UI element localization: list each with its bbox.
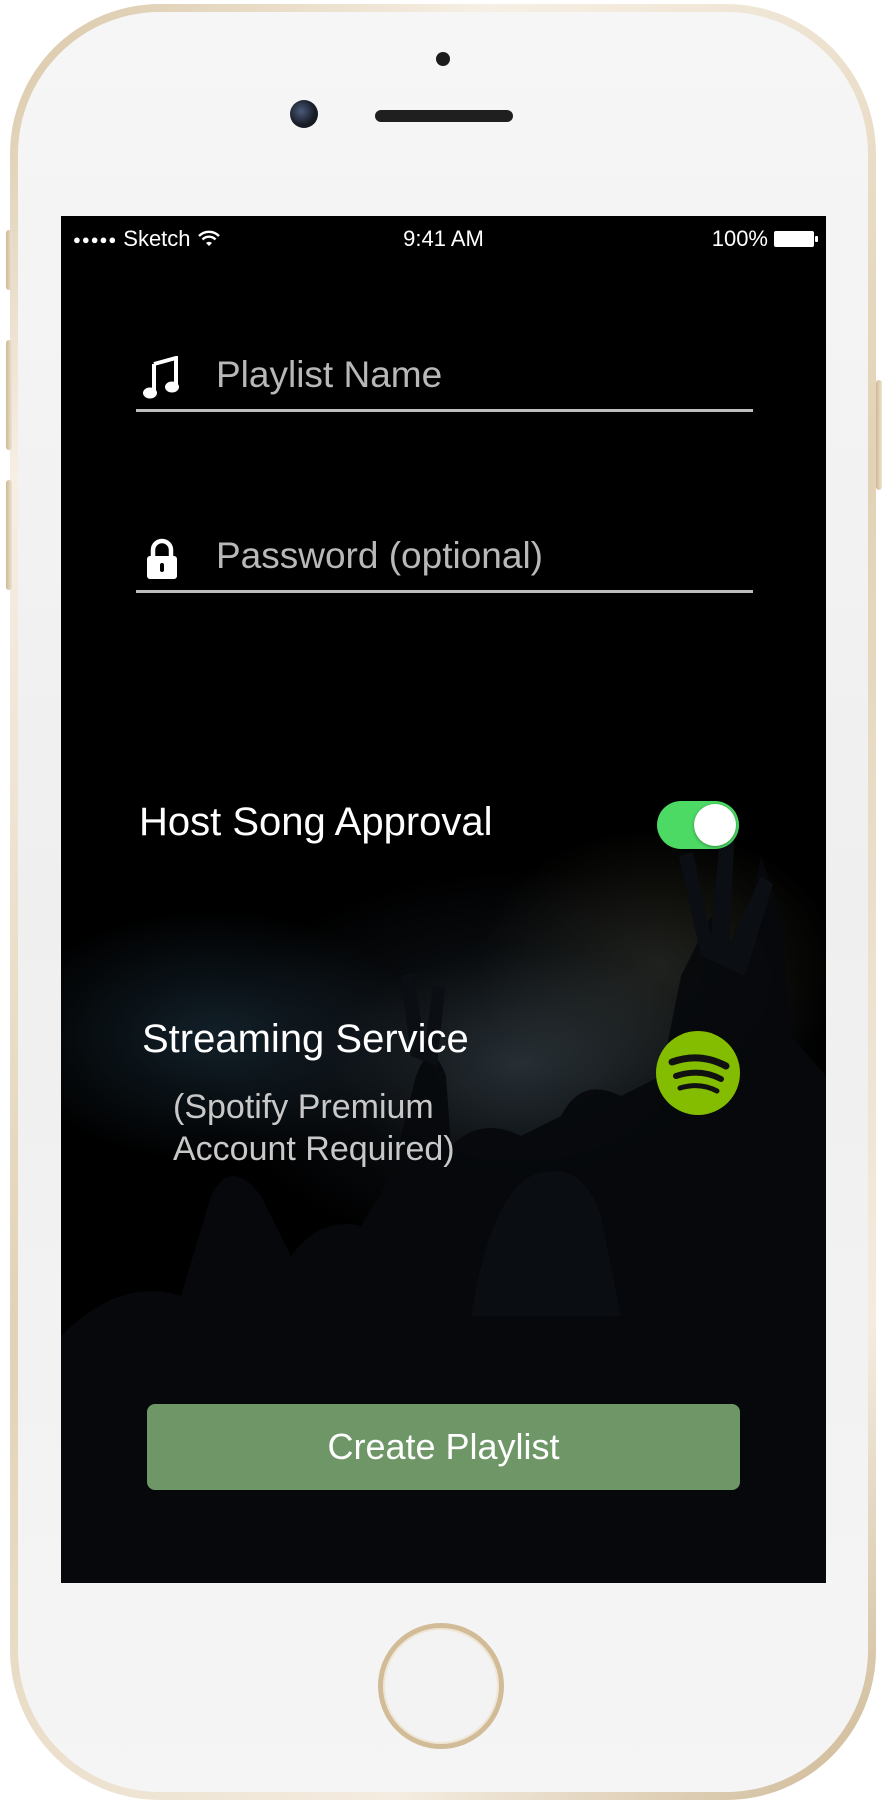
lock-icon [147,538,177,579]
host-song-approval-label: Host Song Approval [139,800,493,844]
password-field [136,523,753,593]
mute-switch [6,230,12,290]
music-note-icon [143,356,179,399]
power-button [876,380,882,490]
spotify-icon[interactable] [655,1030,741,1116]
volume-down-button [6,480,12,590]
app-screen: ●●●●● Sketch 9:41 AM 100% Playlist Name … [61,216,826,1583]
toggle-knob [694,804,736,846]
status-right: 100% [711,226,818,252]
volume-up-button [6,340,12,450]
playlist-name-field [136,342,753,412]
device-mockup: ●●●●● Sketch 9:41 AM 100% Playlist Name … [0,0,888,1806]
crowd-silhouette [61,826,826,1583]
home-button-icon[interactable] [378,1623,504,1749]
front-camera-icon [290,100,318,128]
battery-icon [774,231,818,247]
proximity-sensor [436,52,450,66]
playlist-name-input[interactable] [216,352,736,398]
streaming-service-label: Streaming Service [142,1017,469,1061]
battery-percentage: 100% [711,226,768,251]
spotify-requirement-line2: Account Required) [173,1130,455,1168]
host-song-approval-toggle[interactable] [657,801,739,849]
earpiece-speaker [375,110,513,122]
status-bar: ●●●●● Sketch 9:41 AM 100% [61,216,826,262]
spotify-requirement-line1: (Spotify Premium [173,1088,434,1126]
password-input[interactable] [216,533,736,579]
create-playlist-button[interactable]: Create Playlist [147,1404,740,1490]
